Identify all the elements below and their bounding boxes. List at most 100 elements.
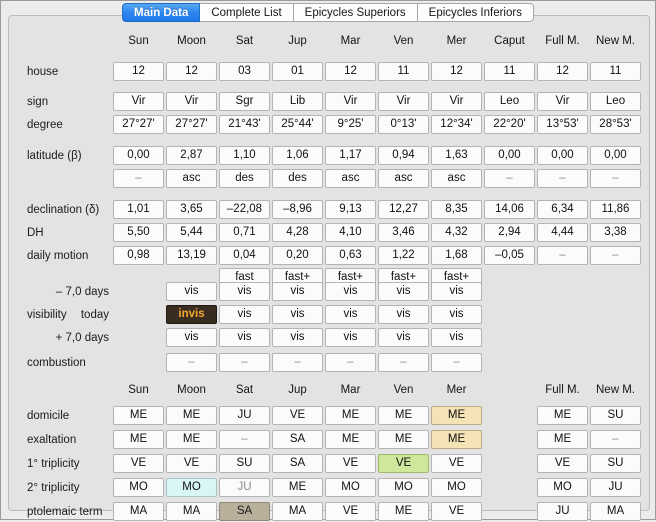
cell-latitude-new-m[interactable]: 0,00 xyxy=(590,146,641,165)
cell-combustion-mer[interactable]: – xyxy=(431,353,482,372)
cell-triplicity1-mer[interactable]: VE xyxy=(431,454,482,473)
cell-daily-motion-ven[interactable]: 1,22 xyxy=(378,246,429,265)
cell-dh-ven[interactable]: 3,46 xyxy=(378,223,429,242)
cell-dh-jup[interactable]: 4,28 xyxy=(272,223,323,242)
tab-epicycles-superiors[interactable]: Epicycles Superiors xyxy=(293,3,418,22)
cell-house-sat[interactable]: 03 xyxy=(219,62,270,81)
cell-domicile-sun[interactable]: ME xyxy=(113,406,164,425)
cell-domicile-full-m[interactable]: ME xyxy=(537,406,588,425)
cell-vis-plus-mer[interactable]: vis xyxy=(431,328,482,347)
cell-house-new-m[interactable]: 11 xyxy=(590,62,641,81)
cell-combustion-mar[interactable]: – xyxy=(325,353,376,372)
cell-vis-today-mer[interactable]: vis xyxy=(431,305,482,324)
cell-declination-full-m[interactable]: 6,34 xyxy=(537,200,588,219)
cell-domicile-sat[interactable]: JU xyxy=(219,406,270,425)
cell-combustion-jup[interactable]: – xyxy=(272,353,323,372)
cell-dh-caput[interactable]: 2,94 xyxy=(484,223,535,242)
cell-dh-mer[interactable]: 4,32 xyxy=(431,223,482,242)
cell-ptolemaic-term-ven[interactable]: ME xyxy=(378,502,429,521)
cell-latitude-dir-sat[interactable]: des xyxy=(219,169,270,188)
cell-latitude-dir-ven[interactable]: asc xyxy=(378,169,429,188)
cell-triplicity2-new-m[interactable]: JU xyxy=(590,478,641,497)
cell-daily-motion-sun[interactable]: 0,98 xyxy=(113,246,164,265)
cell-daily-motion-mer[interactable]: 1,68 xyxy=(431,246,482,265)
cell-degree-mar[interactable]: 9°25' xyxy=(325,115,376,134)
cell-domicile-ven[interactable]: ME xyxy=(378,406,429,425)
cell-house-caput[interactable]: 11 xyxy=(484,62,535,81)
cell-vis-today-mar[interactable]: vis xyxy=(325,305,376,324)
cell-latitude-dir-new-m[interactable]: – xyxy=(590,169,641,188)
cell-latitude-mer[interactable]: 1,63 xyxy=(431,146,482,165)
cell-latitude-full-m[interactable]: 0,00 xyxy=(537,146,588,165)
cell-vis-minus-sat[interactable]: vis xyxy=(219,282,270,301)
cell-sign-sat[interactable]: Sgr xyxy=(219,92,270,111)
cell-ptolemaic-term-mer[interactable]: VE xyxy=(431,502,482,521)
cell-sign-jup[interactable]: Lib xyxy=(272,92,323,111)
cell-vis-today-sat[interactable]: vis xyxy=(219,305,270,324)
cell-exaltation-jup[interactable]: SA xyxy=(272,430,323,449)
cell-daily-motion-new-m[interactable]: – xyxy=(590,246,641,265)
cell-ptolemaic-term-mar[interactable]: VE xyxy=(325,502,376,521)
cell-declination-moon[interactable]: 3,65 xyxy=(166,200,217,219)
cell-daily-motion-caput[interactable]: –0,05 xyxy=(484,246,535,265)
cell-combustion-ven[interactable]: – xyxy=(378,353,429,372)
cell-daily-motion-full-m[interactable]: – xyxy=(537,246,588,265)
cell-exaltation-ven[interactable]: ME xyxy=(378,430,429,449)
tab-complete-list[interactable]: Complete List xyxy=(200,3,294,22)
tab-epicycles-inferiors[interactable]: Epicycles Inferiors xyxy=(417,3,534,22)
cell-latitude-dir-caput[interactable]: – xyxy=(484,169,535,188)
cell-declination-sat[interactable]: –22,08 xyxy=(219,200,270,219)
cell-declination-jup[interactable]: –8,96 xyxy=(272,200,323,219)
cell-dh-mar[interactable]: 4,10 xyxy=(325,223,376,242)
cell-exaltation-mer[interactable]: ME xyxy=(431,430,482,449)
cell-sign-full-m[interactable]: Vir xyxy=(537,92,588,111)
cell-sign-moon[interactable]: Vir xyxy=(166,92,217,111)
cell-latitude-ven[interactable]: 0,94 xyxy=(378,146,429,165)
cell-latitude-sat[interactable]: 1,10 xyxy=(219,146,270,165)
cell-declination-new-m[interactable]: 11,86 xyxy=(590,200,641,219)
cell-triplicity1-moon[interactable]: VE xyxy=(166,454,217,473)
cell-triplicity2-full-m[interactable]: MO xyxy=(537,478,588,497)
cell-dh-new-m[interactable]: 3,38 xyxy=(590,223,641,242)
cell-vis-minus-mer[interactable]: vis xyxy=(431,282,482,301)
cell-latitude-dir-full-m[interactable]: – xyxy=(537,169,588,188)
cell-triplicity1-new-m[interactable]: SU xyxy=(590,454,641,473)
cell-triplicity1-full-m[interactable]: VE xyxy=(537,454,588,473)
cell-latitude-moon[interactable]: 2,87 xyxy=(166,146,217,165)
cell-triplicity1-sat[interactable]: SU xyxy=(219,454,270,473)
cell-declination-sun[interactable]: 1,01 xyxy=(113,200,164,219)
cell-latitude-caput[interactable]: 0,00 xyxy=(484,146,535,165)
cell-vis-today-moon[interactable]: invis xyxy=(166,305,217,324)
cell-vis-plus-jup[interactable]: vis xyxy=(272,328,323,347)
cell-domicile-new-m[interactable]: SU xyxy=(590,406,641,425)
cell-house-sun[interactable]: 12 xyxy=(113,62,164,81)
cell-latitude-dir-sun[interactable]: – xyxy=(113,169,164,188)
cell-vis-plus-ven[interactable]: vis xyxy=(378,328,429,347)
cell-triplicity2-moon[interactable]: MO xyxy=(166,478,217,497)
cell-ptolemaic-term-jup[interactable]: MA xyxy=(272,502,323,521)
cell-latitude-dir-moon[interactable]: asc xyxy=(166,169,217,188)
cell-ptolemaic-term-full-m[interactable]: JU xyxy=(537,502,588,521)
cell-sign-sun[interactable]: Vir xyxy=(113,92,164,111)
cell-exaltation-sun[interactable]: ME xyxy=(113,430,164,449)
cell-combustion-moon[interactable]: – xyxy=(166,353,217,372)
cell-exaltation-full-m[interactable]: ME xyxy=(537,430,588,449)
cell-domicile-mar[interactable]: ME xyxy=(325,406,376,425)
cell-exaltation-sat[interactable]: – xyxy=(219,430,270,449)
cell-ptolemaic-term-moon[interactable]: MA xyxy=(166,502,217,521)
cell-house-ven[interactable]: 11 xyxy=(378,62,429,81)
cell-dh-sat[interactable]: 0,71 xyxy=(219,223,270,242)
cell-ptolemaic-term-sun[interactable]: MA xyxy=(113,502,164,521)
cell-daily-motion-sat[interactable]: 0,04 xyxy=(219,246,270,265)
cell-degree-sat[interactable]: 21°43' xyxy=(219,115,270,134)
cell-declination-ven[interactable]: 12,27 xyxy=(378,200,429,219)
cell-declination-mar[interactable]: 9,13 xyxy=(325,200,376,219)
cell-combustion-sat[interactable]: – xyxy=(219,353,270,372)
cell-house-full-m[interactable]: 12 xyxy=(537,62,588,81)
cell-sign-caput[interactable]: Leo xyxy=(484,92,535,111)
cell-latitude-dir-mar[interactable]: asc xyxy=(325,169,376,188)
cell-declination-caput[interactable]: 14,06 xyxy=(484,200,535,219)
cell-triplicity2-sun[interactable]: MO xyxy=(113,478,164,497)
cell-house-mer[interactable]: 12 xyxy=(431,62,482,81)
cell-sign-mar[interactable]: Vir xyxy=(325,92,376,111)
